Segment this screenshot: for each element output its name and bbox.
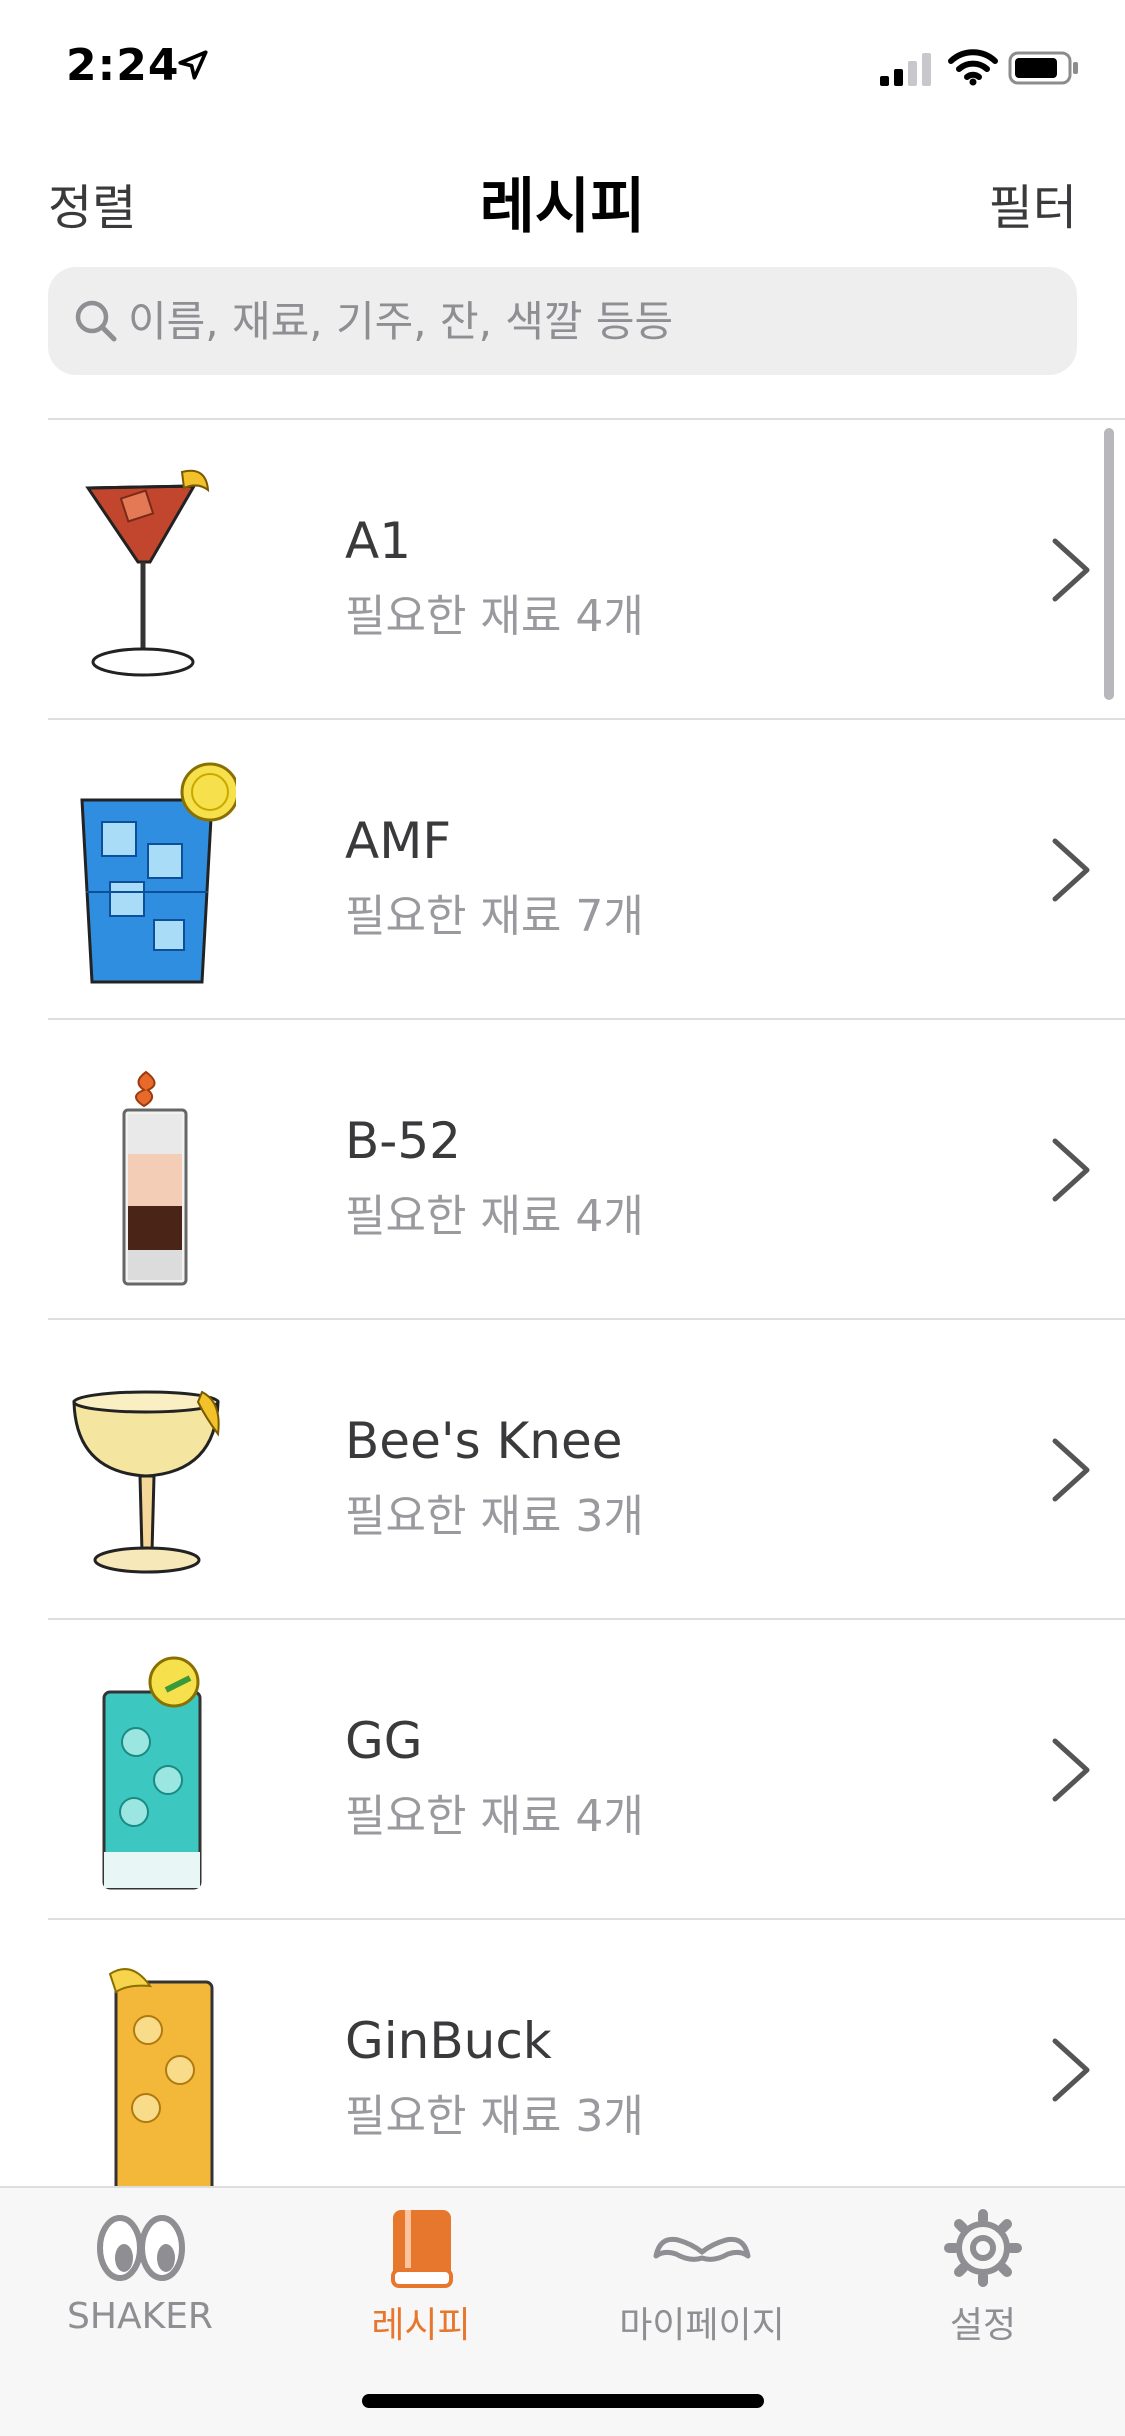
coupe-glass-icon	[72, 1390, 220, 1574]
recipe-name: GG	[345, 1712, 423, 1770]
tab-label: 마이페이지	[619, 2305, 785, 2346]
recipe-list[interactable]: A1 필요한 재료 4개 AMF 필요한 재료 7개 B-52 필요한 재료 4…	[48, 418, 1125, 2188]
wifi-icon	[948, 49, 998, 86]
recipe-row[interactable]: GG 필요한 재료 4개	[48, 1620, 1125, 1920]
tab-settings[interactable]: 설정	[853, 2206, 1113, 2366]
golden-collins-glass-icon	[108, 1968, 214, 2188]
recipe-ingredient-count: 필요한 재료 4개	[345, 1791, 644, 1842]
tab-label: 레시피	[371, 2305, 471, 2346]
gear-icon	[944, 2209, 1022, 2287]
location-arrow-icon	[178, 50, 208, 80]
eyes-icon	[97, 2215, 185, 2281]
recipe-row[interactable]: AMF 필요한 재료 7개	[48, 720, 1125, 1020]
battery-icon	[1008, 51, 1078, 85]
martini-glass-icon	[85, 469, 210, 677]
recipe-ingredient-count: 필요한 재료 3개	[345, 1491, 644, 1542]
mustache-icon	[653, 2236, 751, 2262]
recipe-row[interactable]: B-52 필요한 재료 4개	[48, 1020, 1125, 1320]
layered-shot-glass-icon	[122, 1070, 188, 1286]
chevron-right-icon	[1052, 2038, 1090, 2102]
chevron-right-icon	[1052, 838, 1090, 902]
recipe-row[interactable]: GinBuck 필요한 재료 3개	[48, 1920, 1125, 2188]
chevron-right-icon	[1052, 1738, 1090, 1802]
recipe-ingredient-count: 필요한 재료 4개	[345, 1191, 644, 1242]
tab-label: SHAKER	[67, 2296, 213, 2337]
home-indicator[interactable]	[362, 2394, 764, 2408]
chevron-right-icon	[1052, 1138, 1090, 1202]
recipe-name: A1	[345, 512, 412, 570]
book-icon	[391, 2210, 453, 2288]
scroll-indicator[interactable]	[1104, 428, 1114, 700]
search-bar[interactable]	[48, 267, 1077, 375]
blue-highball-glass-icon	[80, 762, 236, 984]
teal-collins-glass-icon	[102, 1656, 202, 1890]
cellular-signal-icon	[880, 53, 931, 86]
status-bar: 2:24	[0, 0, 1125, 135]
search-icon	[75, 300, 117, 342]
chevron-right-icon	[1052, 1438, 1090, 1502]
recipe-name: GinBuck	[345, 2012, 552, 2070]
search-input[interactable]	[128, 267, 1048, 375]
page-title: 레시피	[479, 172, 646, 242]
recipe-ingredient-count: 필요한 재료 3개	[345, 2091, 644, 2142]
recipe-ingredient-count: 필요한 재료 7개	[345, 891, 644, 942]
tab-shaker[interactable]: SHAKER	[10, 2206, 270, 2366]
navigation-bar: 정렬 레시피 필터	[0, 150, 1125, 250]
status-time: 2:24	[66, 40, 180, 91]
recipe-row[interactable]: A1 필요한 재료 4개	[48, 420, 1125, 720]
filter-button[interactable]: 필터	[989, 168, 1077, 238]
recipe-name: Bee's Knee	[345, 1412, 623, 1470]
tab-label: 설정	[949, 2305, 1017, 2346]
chevron-right-icon	[1052, 538, 1090, 602]
recipe-name: AMF	[345, 812, 452, 870]
recipe-name: B-52	[345, 1112, 461, 1170]
recipe-ingredient-count: 필요한 재료 4개	[345, 591, 644, 642]
tab-mypage[interactable]: 마이페이지	[572, 2206, 832, 2366]
recipe-row[interactable]: Bee's Knee 필요한 재료 3개	[48, 1320, 1125, 1620]
tab-recipe[interactable]: 레시피	[291, 2206, 551, 2366]
